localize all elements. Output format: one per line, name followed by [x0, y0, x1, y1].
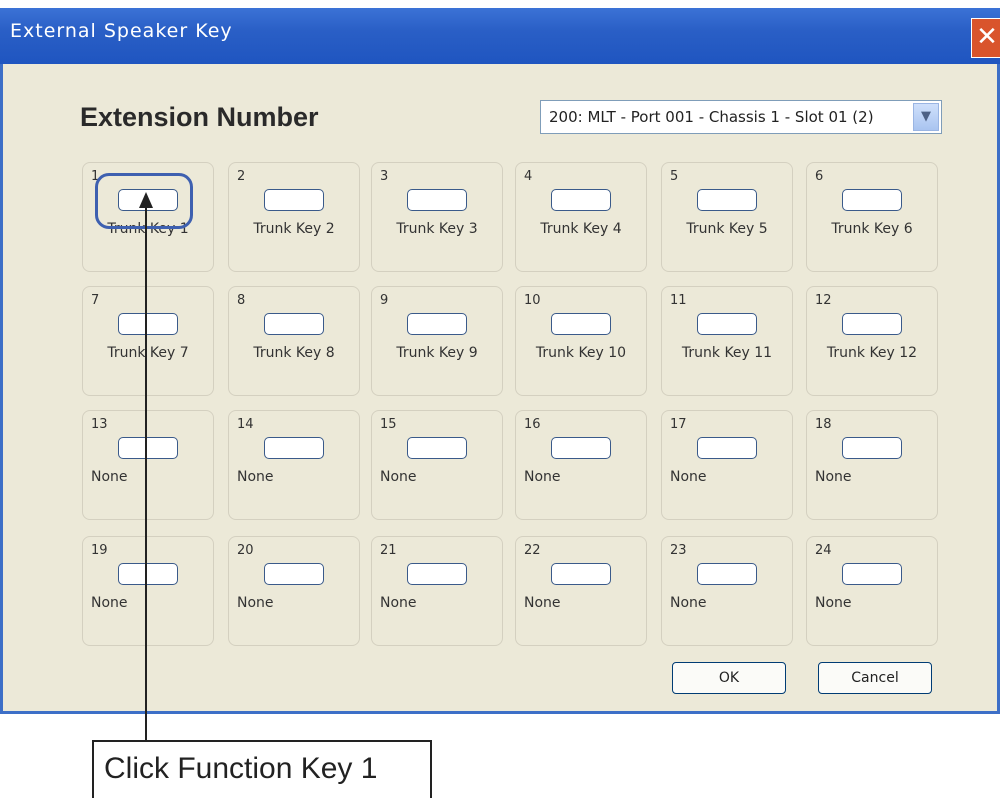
- callout-box: Click Function Key 1: [92, 740, 432, 798]
- callout-arrow: [139, 192, 153, 742]
- callout-text: Click Function Key 1: [104, 752, 378, 785]
